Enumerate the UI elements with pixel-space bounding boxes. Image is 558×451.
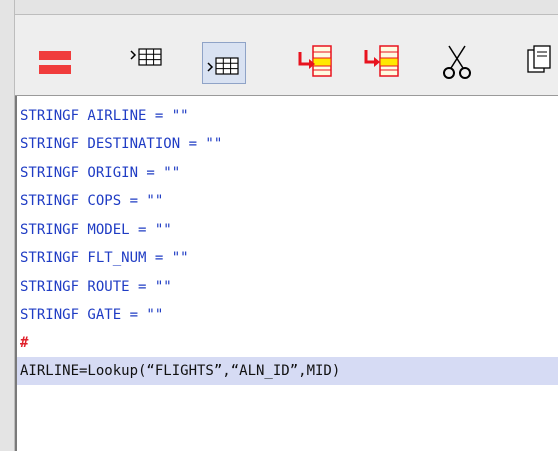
move-right-table-button[interactable] [293, 39, 337, 85]
cut-button[interactable] [435, 39, 479, 85]
cut-icon [443, 45, 471, 79]
code-line[interactable]: STRINGF ROUTE = "" [20, 273, 172, 301]
code-line[interactable]: STRINGF FLT_NUM = "" [20, 244, 189, 272]
code-line[interactable]: STRINGF MODEL = "" [20, 216, 172, 244]
code-line[interactable]: STRINGF COPS = "" [20, 187, 163, 215]
toolbar [15, 15, 558, 95]
code-line[interactable]: STRINGF GATE = "" [20, 301, 163, 329]
code-line[interactable]: STRINGF ORIGIN = "" [20, 159, 180, 187]
code-editor[interactable]: STRINGF AIRLINE = "" STRINGF DESTINATION… [15, 96, 558, 451]
move-left-table-icon [364, 45, 399, 77]
equals-icon [39, 51, 71, 74]
copy-icon [527, 45, 551, 73]
equals-button[interactable] [33, 39, 77, 85]
insert-row-icon [130, 48, 162, 66]
code-line[interactable]: STRINGF AIRLINE = "" [20, 102, 189, 130]
window-frame: STRINGF AIRLINE = "" STRINGF DESTINATION… [0, 0, 558, 451]
insert-row-button[interactable] [125, 39, 169, 85]
copy-button[interactable] [525, 39, 558, 85]
code-line[interactable]: STRINGF DESTINATION = "" [20, 130, 222, 158]
move-right-table-icon [298, 45, 332, 77]
move-left-table-button[interactable] [360, 39, 404, 85]
indent-table-icon [207, 57, 239, 75]
editor-left-gutter [0, 0, 15, 451]
indent-table-button[interactable] [202, 42, 246, 84]
selected-code-line[interactable]: AIRLINE=Lookup(“FLIGHTS”,“ALN_ID”,MID) [17, 357, 558, 385]
window-top-border [0, 0, 558, 15]
comment-line[interactable]: # [20, 329, 28, 357]
